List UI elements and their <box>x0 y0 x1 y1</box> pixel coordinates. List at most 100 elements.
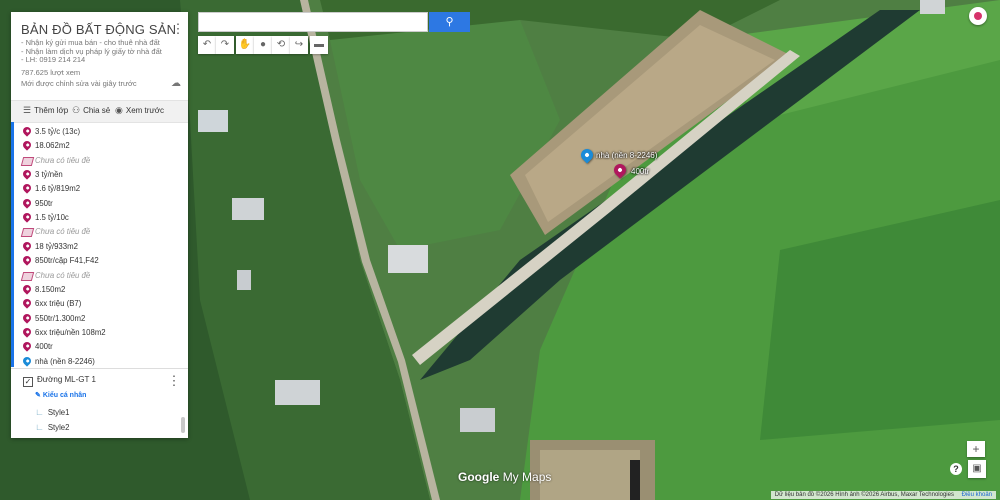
feature-list-item[interactable]: 3.5 tỷ/c (13c) <box>21 125 81 139</box>
add-layer-label: Thêm lớp <box>34 106 69 115</box>
feature-label: 3.5 tỷ/c (13c) <box>35 127 81 136</box>
marker-icon: ● <box>259 39 267 50</box>
view-count: 787.625 lượt xem <box>21 68 81 77</box>
custom-style-label: Kiểu cá nhân <box>42 392 87 399</box>
map-pin-icon <box>21 168 33 180</box>
custom-style-link[interactable]: ✎ Kiểu cá nhân <box>35 391 86 399</box>
fullscreen-button[interactable]: ▣ <box>968 460 986 478</box>
panel-scrollbar[interactable] <box>181 417 185 433</box>
map-marker-red-label: 400tr <box>631 167 650 176</box>
search-input[interactable] <box>198 12 428 32</box>
share-button[interactable]: ⚇ Chia sẻ <box>72 105 110 116</box>
ruler-icon: ▬ <box>314 39 324 50</box>
map-title[interactable]: BẢN ĐỒ BẤT ĐỘNG SẢN <box>21 22 176 37</box>
style-label: Style2 <box>47 423 70 432</box>
map-pin-icon <box>21 283 33 295</box>
fullscreen-icon: ▣ <box>972 463 982 474</box>
map-pin-icon <box>21 211 33 223</box>
polygon-icon <box>20 228 35 238</box>
layer-options-menu-icon[interactable]: ⋮ <box>167 374 181 388</box>
undo-icon: ↶ <box>202 39 212 50</box>
map-pin-icon <box>21 254 33 266</box>
style-item[interactable]: ∟ Style2 <box>35 422 69 432</box>
directions-icon: ↪ <box>294 39 304 50</box>
edit-status: Mới được chỉnh sửa vài giây trước <box>21 79 137 88</box>
style-item[interactable]: ∟ Style1 <box>35 407 69 417</box>
feature-list-item[interactable]: 8.150m2 <box>21 283 66 297</box>
feature-label: 550tr/1.300m2 <box>35 313 86 323</box>
hand-icon: ✋ <box>238 39 252 50</box>
feature-list-item[interactable]: 850tr/cặp F41,F42 <box>21 254 99 268</box>
hand-tool-button[interactable]: ✋ <box>236 36 254 54</box>
feature-list-item[interactable]: 3 tỷ/nền <box>21 168 63 182</box>
feature-list-item[interactable]: Chưa có tiêu đề <box>20 225 91 239</box>
attribution-text: Dữ liệu bản đồ ©2026 Hình ảnh ©2026 Airb… <box>774 492 954 498</box>
map-attribution: Dữ liệu bản đồ ©2026 Hình ảnh ©2026 Airb… <box>770 491 996 499</box>
map-options-menu-icon[interactable]: ⋮ <box>171 22 185 36</box>
preview-label: Xem trước <box>125 106 165 115</box>
search-button[interactable]: ⚲ <box>429 12 470 32</box>
feature-list-item[interactable]: 550tr/1.300m2 <box>21 311 86 326</box>
feature-list-item[interactable]: 6xx triệu/nền 108m2 <box>21 326 106 340</box>
undo-button[interactable]: ↶ <box>198 36 216 54</box>
add-marker-button[interactable]: ● <box>254 36 272 54</box>
feature-label: 18.062m2 <box>35 141 70 151</box>
map-pin-icon <box>21 139 33 152</box>
feature-list-item[interactable]: 400tr <box>21 340 53 354</box>
map-pin-icon <box>21 340 33 352</box>
feature-label: 850tr/cặp F41,F42 <box>35 256 99 266</box>
map-pin-icon <box>21 297 33 309</box>
account-avatar[interactable] <box>969 7 987 25</box>
feature-label: Chưa có tiêu đề <box>35 227 91 237</box>
map-pin-icon <box>21 197 33 209</box>
draw-line-button[interactable]: ⟲ <box>272 36 290 54</box>
add-layer-button[interactable]: ☰ Thêm lớp <box>23 105 68 116</box>
feature-list-item[interactable]: 1.6 tỷ/819m2 <box>21 182 81 196</box>
preview-button[interactable]: ◉ Xem trước <box>115 105 164 116</box>
map-pin-icon <box>21 125 33 137</box>
map-pin-icon <box>21 240 33 252</box>
style-label: Style1 <box>47 408 70 417</box>
feature-label: 1.5 tỷ/10c <box>35 213 69 223</box>
feature-label: 6xx triệu/nền 108m2 <box>35 327 106 337</box>
feature-label: 1.6 tỷ/819m2 <box>35 184 81 194</box>
feature-label: 8.150m2 <box>35 284 66 294</box>
feature-label: Chưa có tiêu đề <box>35 155 91 165</box>
feature-list-item[interactable]: Chưa có tiêu đề <box>20 154 91 168</box>
map-pin-icon <box>21 311 33 324</box>
layer-divider <box>11 368 188 369</box>
feature-label: 18 tỷ/933m2 <box>35 241 78 251</box>
layer-name[interactable]: Đường ML-GT 1 <box>37 375 96 384</box>
terms-link[interactable]: Điều khoản <box>962 492 992 498</box>
feature-list-item[interactable]: 950tr <box>21 197 53 211</box>
measure-button[interactable]: ▬ <box>310 36 328 54</box>
map-pin-icon <box>21 326 33 338</box>
layer-visibility-checkbox[interactable]: ✓ <box>23 377 33 387</box>
feature-label: Chưa có tiêu đề <box>35 270 91 280</box>
redo-icon: ↷ <box>220 39 230 50</box>
map-pin-icon <box>21 182 33 195</box>
search-icon: ⚲ <box>445 16 454 28</box>
feature-label: 950tr <box>35 198 53 208</box>
directions-button[interactable]: ↪ <box>290 36 308 54</box>
feature-list-item[interactable]: nhà (nền 8-2246) <box>21 354 95 367</box>
map-marker-blue-label: nhà (nền 8-2246) <box>596 151 658 160</box>
help-icon[interactable]: ? <box>950 463 962 475</box>
panel-toolbar: ☰ Thêm lớp ⚇ Chia sẻ ◉ Xem trước <box>11 100 188 123</box>
redo-button[interactable]: ↷ <box>216 36 234 54</box>
feature-list-item[interactable]: Chưa có tiêu đề <box>20 269 91 283</box>
map-description: - Nhận ký gửi mua bán - cho thuê nhà đất… <box>21 38 162 65</box>
map-pin-icon <box>21 354 33 367</box>
zoom-in-button[interactable]: + <box>967 441 985 457</box>
share-label: Chia sẻ <box>83 106 111 115</box>
feature-list-item[interactable]: 18 tỷ/933m2 <box>21 240 78 254</box>
feature-list-item[interactable]: 6xx triệu (B7) <box>21 297 81 311</box>
draw-line-icon: ⟲ <box>276 39 286 50</box>
eye-icon: ◉ <box>115 105 123 115</box>
polygon-icon <box>20 271 35 281</box>
feature-list-item[interactable]: 1.5 tỷ/10c <box>21 211 69 225</box>
feature-list: 3.5 tỷ/c (13c) 18.062m2 Chưa có tiêu đề 3 t… <box>11 122 188 367</box>
feature-label: 400tr <box>35 342 53 352</box>
feature-list-item[interactable]: 18.062m2 <box>21 139 70 153</box>
feature-label: 3 tỷ/nền <box>35 170 63 180</box>
